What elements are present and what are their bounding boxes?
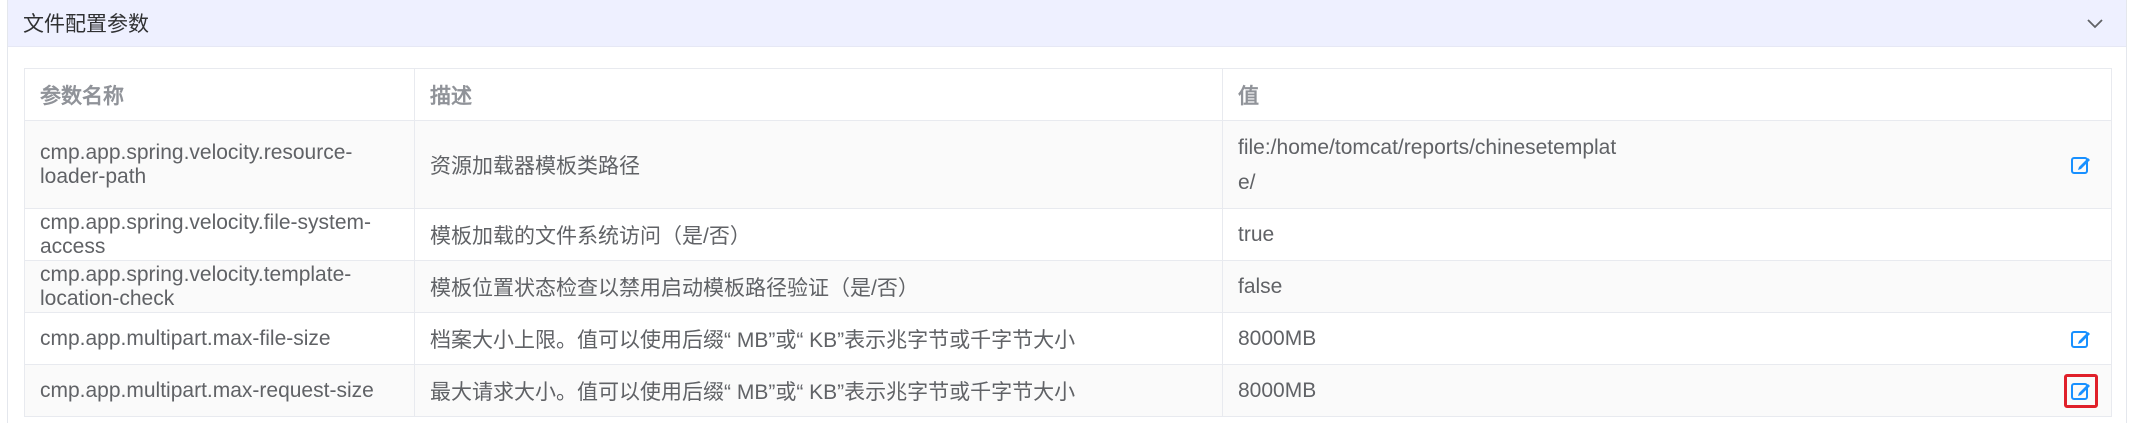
column-header-name: 参数名称 <box>24 68 415 121</box>
param-value-cell: false <box>1222 260 2112 313</box>
chevron-down-icon[interactable] <box>2084 12 2106 34</box>
table-row: cmp.app.multipart.max-file-size 档案大小上限。值可… <box>24 312 2112 365</box>
param-description-cell: 模板位置状态检查以禁用启动模板路径验证（是/否） <box>414 260 1223 313</box>
param-value-cell: file:/home/tomcat/reports/chinesetemplat… <box>1222 120 2112 209</box>
edit-icon[interactable] <box>2066 324 2096 354</box>
param-description-cell: 最大请求大小。值可以使用后缀“ MB”或“ KB”表示兆字节或千字节大小 <box>414 364 1223 417</box>
config-table: 参数名称 描述 值 cmp.app.spring.velocity.resour… <box>24 68 2112 417</box>
param-name-cell: cmp.app.spring.velocity.file-system-acce… <box>24 208 415 261</box>
param-value: 8000MB <box>1238 379 1317 402</box>
param-value: false <box>1238 275 1283 298</box>
config-panel: 文件配置参数 参数名称 描述 值 cmp.app.spring.velocity… <box>7 0 2127 423</box>
param-value-cell: 8000MB <box>1222 364 2112 417</box>
param-value-cell: 8000MB <box>1222 312 2112 365</box>
param-value: true <box>1238 223 1275 246</box>
param-name-cell: cmp.app.spring.velocity.resource-loader-… <box>24 120 415 209</box>
param-name-cell: cmp.app.multipart.max-request-size <box>24 364 415 417</box>
param-name-cell: cmp.app.multipart.max-file-size <box>24 312 415 365</box>
table-row: cmp.app.spring.velocity.file-system-acce… <box>24 208 2112 261</box>
param-description-cell: 模板加载的文件系统访问（是/否） <box>414 208 1223 261</box>
edit-icon[interactable] <box>2066 150 2096 180</box>
param-value: 8000MB <box>1238 327 1317 350</box>
param-name-cell: cmp.app.spring.velocity.template-locatio… <box>24 260 415 313</box>
column-header-description: 描述 <box>414 68 1223 121</box>
param-value-cell: true <box>1222 208 2112 261</box>
column-header-value: 值 <box>1222 68 2112 121</box>
edit-icon[interactable] <box>2064 373 2098 408</box>
param-description-cell: 资源加载器模板类路径 <box>414 120 1223 209</box>
table-row: cmp.app.spring.velocity.resource-loader-… <box>24 120 2112 209</box>
config-table-wrapper: 参数名称 描述 值 cmp.app.spring.velocity.resour… <box>24 68 2112 417</box>
table-row: cmp.app.multipart.max-request-size 最大请求大小… <box>24 364 2112 417</box>
param-value: file:/home/tomcat/reports/chinesetemplat… <box>1238 135 1617 194</box>
param-description-cell: 档案大小上限。值可以使用后缀“ MB”或“ KB”表示兆字节或千字节大小 <box>414 312 1223 365</box>
table-header-row: 参数名称 描述 值 <box>24 68 2112 121</box>
panel-header[interactable]: 文件配置参数 <box>8 0 2126 47</box>
panel-title: 文件配置参数 <box>23 13 149 36</box>
table-row: cmp.app.spring.velocity.template-locatio… <box>24 260 2112 313</box>
